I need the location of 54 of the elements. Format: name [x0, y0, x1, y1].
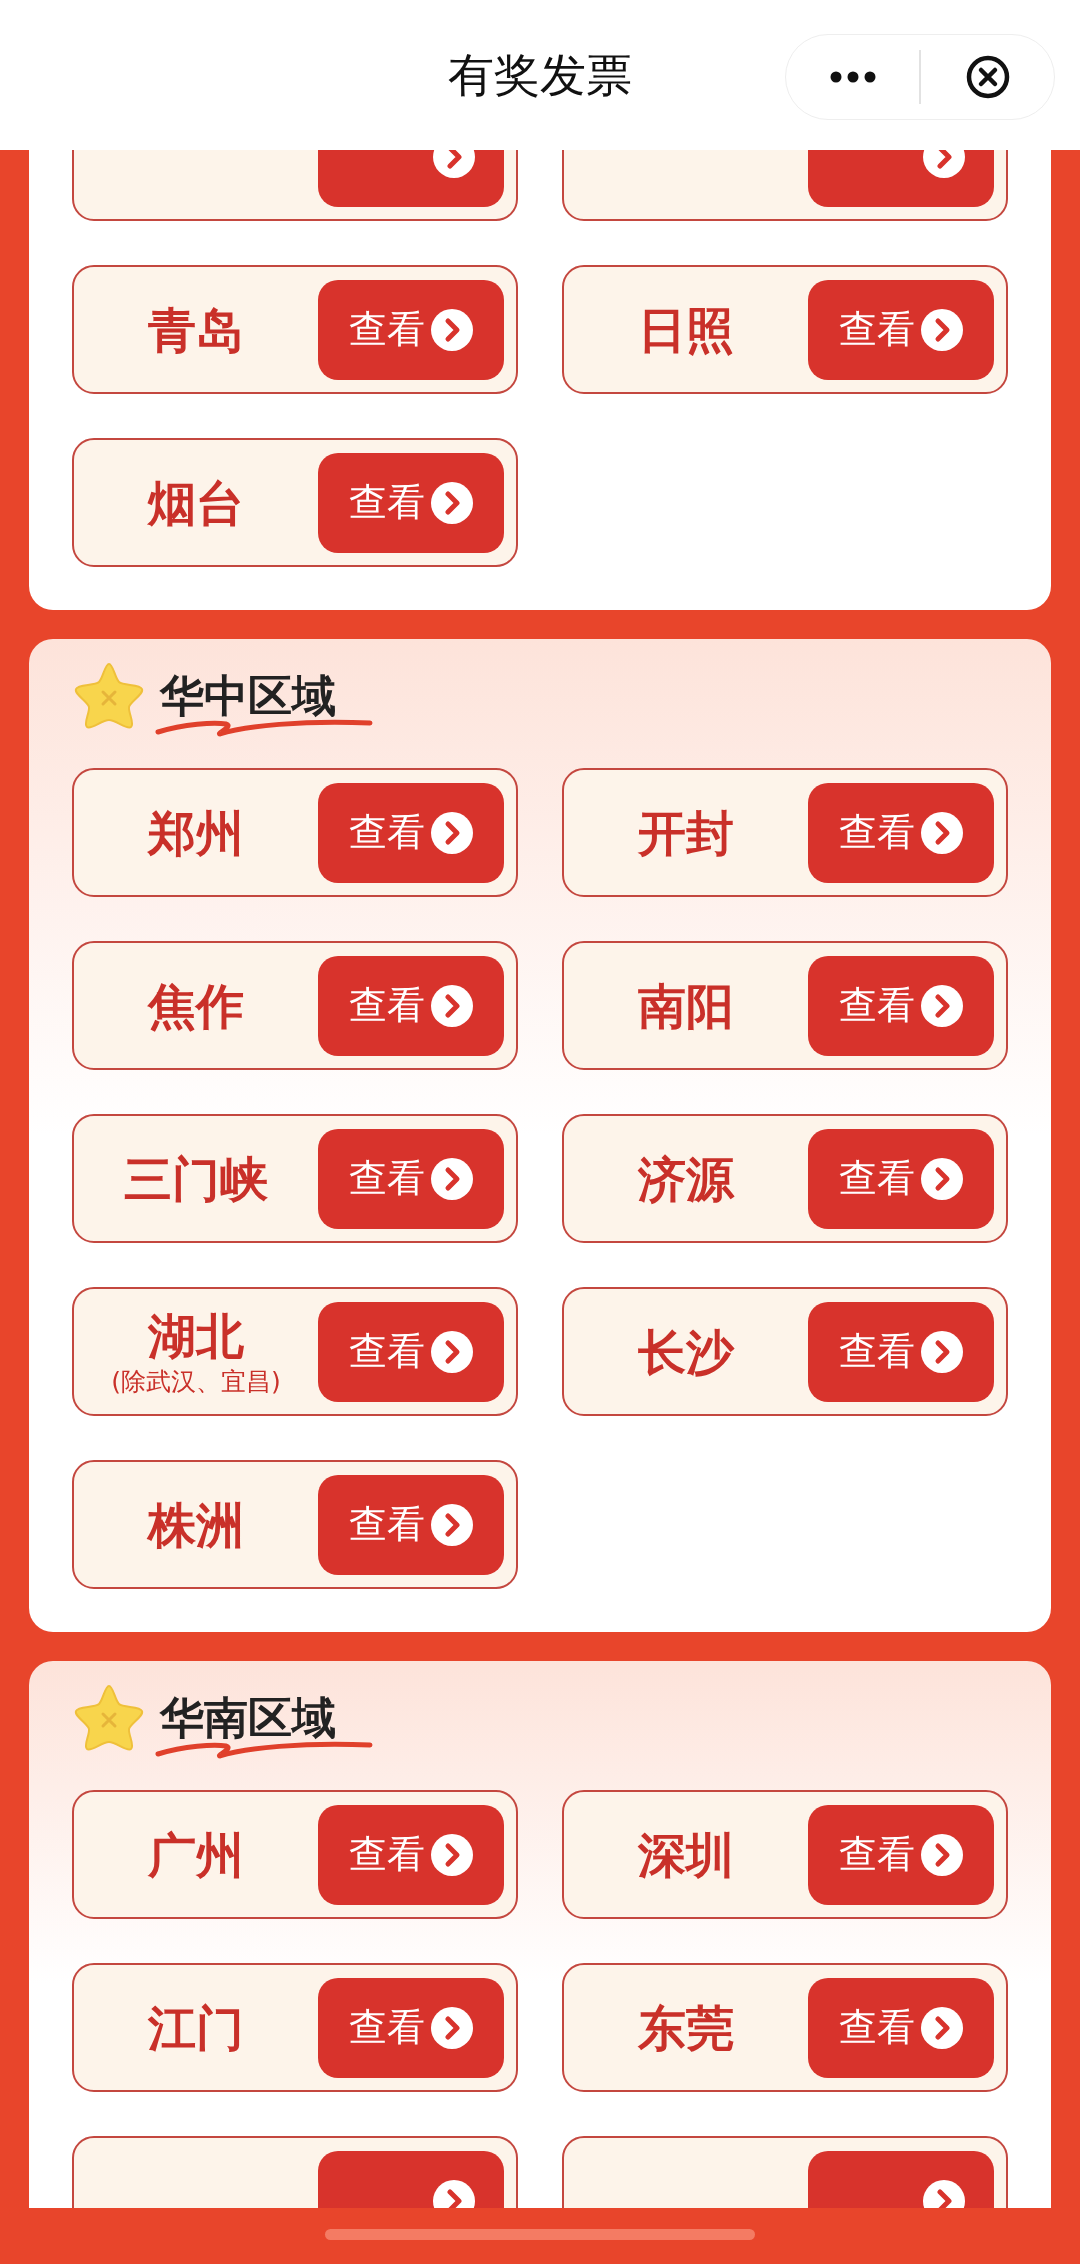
- view-button[interactable]: 查看: [318, 1977, 504, 2078]
- view-button[interactable]: 查看: [318, 1128, 504, 1229]
- chevron-icon: [431, 2006, 473, 2049]
- view-button[interactable]: 查看: [808, 1804, 994, 1905]
- city-name: 广州: [148, 1825, 244, 1885]
- page-title: 有奖发票: [448, 46, 632, 104]
- chevron-icon: [431, 1503, 473, 1546]
- city-name: 三门峡: [124, 1149, 268, 1209]
- chevron-icon: [921, 1157, 963, 1200]
- city-name: 开封: [638, 803, 734, 863]
- city-name: 焦作: [148, 976, 244, 1036]
- region-title: 华中区域: [160, 669, 336, 721]
- view-button[interactable]: 查看: [318, 1301, 504, 1402]
- chevron-icon: [921, 1833, 963, 1876]
- chevron-icon: [431, 811, 473, 854]
- city-name: 青岛: [148, 300, 244, 360]
- city-name: 郑州: [148, 803, 244, 863]
- chevron-icon: [431, 481, 473, 524]
- chevron-icon: [921, 308, 963, 351]
- chevron-icon: [921, 1330, 963, 1373]
- chevron-icon: [431, 1157, 473, 1200]
- region-title: 华南区域: [160, 1691, 336, 1743]
- view-button[interactable]: 查看: [808, 1977, 994, 2078]
- chevron-icon: [921, 2006, 963, 2049]
- city-name: 烟台: [148, 473, 244, 533]
- city-name: 株洲: [148, 1495, 244, 1555]
- city-name: 南阳: [638, 976, 734, 1036]
- city-name: 江门: [148, 1998, 244, 2058]
- city-name: 济源: [638, 1149, 734, 1209]
- city-name: 长沙: [638, 1322, 734, 1382]
- view-button[interactable]: 查看: [318, 1804, 504, 1905]
- chevron-icon: [431, 984, 473, 1027]
- view-button[interactable]: 查看: [808, 955, 994, 1056]
- view-button[interactable]: 查看: [318, 955, 504, 1056]
- city-note: (除武汉、宜昌): [111, 1365, 281, 1398]
- chevron-icon: [431, 1330, 473, 1373]
- city-name: 东莞: [638, 1998, 734, 2058]
- view-button[interactable]: 查看: [808, 279, 994, 380]
- chevron-icon: [921, 811, 963, 854]
- chevron-icon: [431, 1833, 473, 1876]
- city-name: 深圳: [638, 1825, 734, 1885]
- view-button[interactable]: 查看: [808, 1128, 994, 1229]
- view-button[interactable]: 查看: [318, 1474, 504, 1575]
- view-button[interactable]: 查看: [318, 279, 504, 380]
- city-name: 湖北: [148, 1306, 244, 1366]
- view-button[interactable]: 查看: [808, 782, 994, 883]
- view-button[interactable]: 查看: [318, 782, 504, 883]
- city-name: 日照: [638, 300, 734, 360]
- chevron-icon: [431, 308, 473, 351]
- close-icon[interactable]: [965, 55, 1010, 99]
- view-button[interactable]: 查看: [808, 1301, 994, 1402]
- more-icon[interactable]: [829, 71, 876, 83]
- view-button[interactable]: 查看: [318, 452, 504, 553]
- chevron-icon: [921, 984, 963, 1027]
